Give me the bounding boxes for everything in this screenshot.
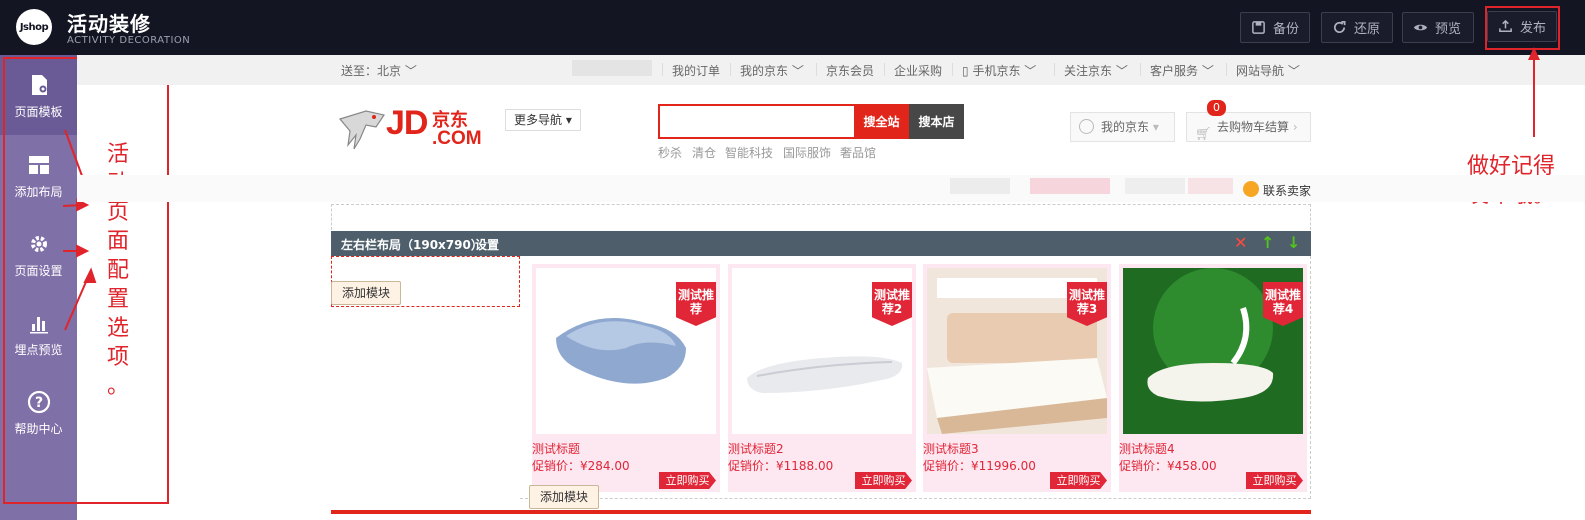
caret-down-icon: ▾ xyxy=(1152,120,1159,134)
divider xyxy=(1140,63,1141,76)
recommend-tag: 测试推荐4 xyxy=(1263,282,1303,326)
divider xyxy=(1054,63,1055,76)
refresh-icon xyxy=(1334,21,1346,33)
hot-word[interactable]: 国际服饰 xyxy=(783,144,831,161)
recommend-tag: 测试推荐2 xyxy=(872,282,912,326)
search-shop-button[interactable]: 搜本店 xyxy=(909,104,964,139)
search-input[interactable] xyxy=(658,104,854,139)
buy-now-button[interactable]: 立即购买 xyxy=(659,472,716,489)
shortcut-link-mobile[interactable]: ▯ 手机京东 ﹀ xyxy=(962,62,1036,79)
shortcut-link-enterprise[interactable]: 企业采购 xyxy=(894,62,942,79)
jd-dog-logo xyxy=(338,110,385,150)
backup-button[interactable]: 备份 xyxy=(1240,12,1310,43)
buy-now-button[interactable]: 立即购买 xyxy=(855,472,912,489)
more-nav-dropdown[interactable]: 更多导航 ▾ xyxy=(505,109,581,131)
jd-logo-com: .COM xyxy=(432,128,482,149)
recommend-tag: 测试推荐 xyxy=(676,282,716,326)
cart-icon: 🛒︎ xyxy=(1195,127,1212,142)
shortcut-link-follow[interactable]: 关注京东 ﹀ xyxy=(1064,62,1128,79)
product-price: 促销价：¥11996.00 xyxy=(923,459,1036,473)
chevron-right-icon: › xyxy=(1292,120,1298,134)
annotation-arrows xyxy=(62,129,97,331)
product-price: 促销价：¥1188.00 xyxy=(728,459,834,473)
jshop-logo: Jshop xyxy=(16,9,52,45)
user-icon xyxy=(1079,119,1094,134)
preview-label: 预览 xyxy=(1435,22,1462,37)
backup-label: 备份 xyxy=(1273,22,1300,37)
eye-icon xyxy=(1413,24,1428,31)
annotation-arrow-up xyxy=(1528,47,1540,137)
product-title[interactable]: 测试标题3 xyxy=(923,440,979,457)
arrow-down-icon[interactable]: ↓ xyxy=(1287,233,1300,252)
restore-button[interactable]: 还原 xyxy=(1321,12,1393,43)
divider xyxy=(952,63,953,76)
restore-label: 还原 xyxy=(1354,22,1381,37)
product-price: 促销价：¥284.00 xyxy=(532,459,630,473)
layout-title: 左右栏布局（190x790） xyxy=(341,238,483,252)
shop-strip xyxy=(77,175,1585,202)
blurred-shop-info xyxy=(1030,178,1110,194)
blurred-shop-info xyxy=(1188,178,1233,194)
product-card[interactable]: 测试推荐4 测试标题4 促销价：¥458.00 立即购买 xyxy=(1119,264,1307,492)
cart-count-badge: 0 xyxy=(1207,100,1226,116)
divider xyxy=(1226,63,1227,76)
next-layout-bar xyxy=(331,510,1311,514)
recommend-tag: 测试推荐3 xyxy=(1067,282,1107,326)
contact-seller-link[interactable]: 联系卖家 xyxy=(1263,182,1311,199)
hot-word[interactable]: 清仓 xyxy=(692,144,716,161)
shortcut-link-orders[interactable]: 我的订单 xyxy=(672,62,720,79)
divider xyxy=(816,63,817,76)
save-icon xyxy=(1252,21,1265,34)
hot-word[interactable]: 智能科技 xyxy=(725,144,773,161)
shortcut-link-member[interactable]: 京东会员 xyxy=(826,62,874,79)
product-card[interactable]: 测试推荐2 测试标题2 促销价：¥1188.00 立即购买 xyxy=(728,264,916,492)
product-price: 促销价：¥458.00 xyxy=(1119,459,1217,473)
buy-now-button[interactable]: 立即购买 xyxy=(1050,472,1107,489)
drop-zone xyxy=(331,204,1311,230)
caret-down-icon: ▾ xyxy=(565,113,572,127)
buy-now-button[interactable]: 立即购买 xyxy=(1246,472,1303,489)
jd-logo-text: JD xyxy=(386,104,428,142)
my-jd-button[interactable]: 我的京东 ▾ xyxy=(1070,112,1175,142)
product-title[interactable]: 测试标题 xyxy=(532,440,580,457)
layout-toolbar: 左右栏布局（190x790） 设置 ✕ ↑ ↓ xyxy=(331,231,1311,256)
phone-icon: ▯ xyxy=(962,64,969,78)
app-title: 活动装修 xyxy=(67,12,151,36)
layout-settings-link[interactable]: 设置 xyxy=(475,236,499,253)
search-all-button[interactable]: 搜全站 xyxy=(854,104,909,139)
top-bar: Jshop 活动装修 ACTIVITY DECORATION 备份 还原 预览 … xyxy=(0,0,1585,55)
product-card[interactable]: 测试推荐 测试标题 促销价：¥284.00 立即购买 xyxy=(532,264,720,492)
divider xyxy=(662,63,663,76)
contact-icon xyxy=(1243,181,1259,197)
shortcut-link-my-jd[interactable]: 我的京东 ﹀ xyxy=(740,62,804,79)
preview-button[interactable]: 预览 xyxy=(1402,12,1474,43)
divider xyxy=(730,63,731,76)
blurred-username xyxy=(572,60,652,76)
product-title[interactable]: 测试标题2 xyxy=(728,440,784,457)
shortcut-link-service[interactable]: 客户服务 ﹀ xyxy=(1150,62,1214,79)
app-subtitle: ACTIVITY DECORATION xyxy=(67,35,191,46)
add-module-button[interactable]: 添加模块 xyxy=(529,485,600,509)
product-title[interactable]: 测试标题4 xyxy=(1119,440,1175,457)
close-icon[interactable]: ✕ xyxy=(1234,233,1247,252)
divider xyxy=(884,63,885,76)
ship-to[interactable]: 送至：北京 ﹀ xyxy=(341,62,417,79)
hot-word[interactable]: 秒杀 xyxy=(658,144,682,161)
add-module-button[interactable]: 添加模块 xyxy=(331,281,402,305)
shortcut-link-site-nav[interactable]: 网站导航 ﹀ xyxy=(1236,62,1300,79)
blurred-shop-info xyxy=(1125,178,1185,194)
arrow-up-icon[interactable]: ↑ xyxy=(1261,233,1274,252)
hot-word[interactable]: 奢品馆 xyxy=(840,144,876,161)
product-card[interactable]: 测试推荐3 测试标题3 促销价：¥11996.00 立即购买 xyxy=(923,264,1111,492)
blurred-shop-info xyxy=(950,178,1010,194)
publish-highlight-box xyxy=(1485,6,1560,50)
cart-button[interactable]: 🛒︎ 去购物车结算 › xyxy=(1186,112,1311,142)
